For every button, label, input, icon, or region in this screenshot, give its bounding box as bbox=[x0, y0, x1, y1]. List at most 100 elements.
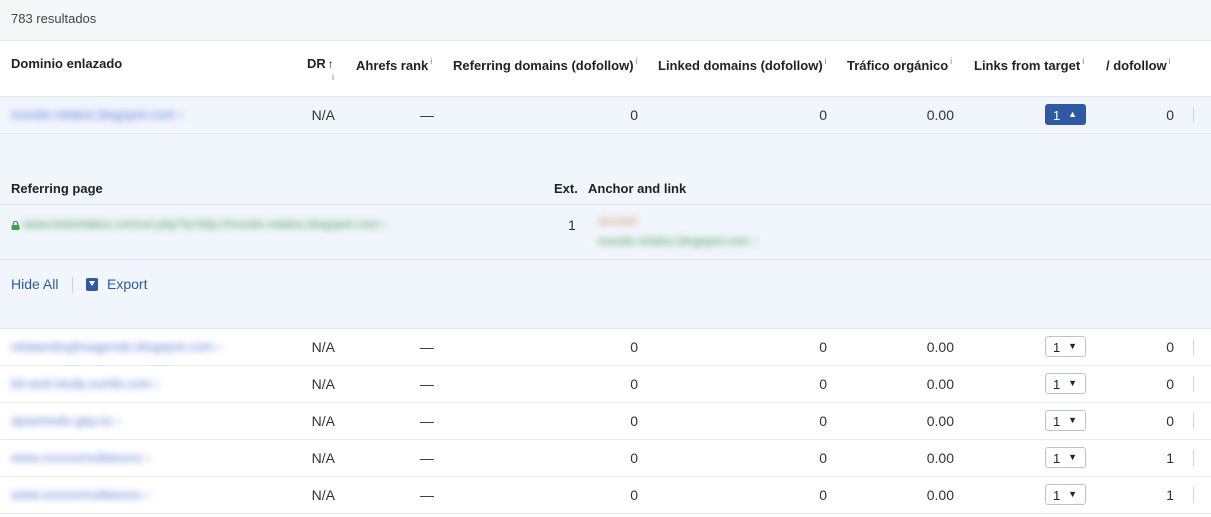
anchor-text: dondeé bbox=[598, 214, 639, 228]
info-icon: i bbox=[950, 56, 953, 66]
col-domain[interactable]: Dominio enlazado bbox=[11, 56, 122, 71]
dr-value: N/A bbox=[311, 413, 335, 429]
col-ahrefs-rank[interactable]: Ahrefs rank i bbox=[356, 56, 432, 73]
col-linked-domains[interactable]: Linked domains (dofollow) i bbox=[658, 56, 827, 73]
caret-down-icon: ▼ bbox=[1068, 452, 1077, 462]
results-bar: 783 resultados bbox=[0, 0, 1211, 41]
col-referring-domains[interactable]: Referring domains (dofollow) i bbox=[453, 56, 638, 73]
dofollow-value: 0 bbox=[1166, 376, 1174, 392]
dofollow-value: 0 bbox=[1166, 339, 1174, 355]
dr-value: N/A bbox=[311, 450, 335, 466]
referring-page-row: www.todorelatos.com/url.php?q=http://mun… bbox=[0, 206, 1211, 260]
traffic-value: 0.00 bbox=[926, 450, 954, 466]
row-divider bbox=[1193, 376, 1194, 392]
info-icon: i bbox=[635, 56, 638, 66]
download-icon bbox=[86, 278, 98, 291]
dr-value: N/A bbox=[311, 107, 335, 123]
traffic-value: 0.00 bbox=[926, 413, 954, 429]
row-divider bbox=[1193, 107, 1194, 123]
table-row: bit-and-study.zumbi.com › N/A — 0 0 0.00… bbox=[0, 366, 1211, 403]
domain-link[interactable]: bit-and-study.zumbi.com › bbox=[11, 376, 160, 391]
linked-domains-value: 0 bbox=[819, 339, 827, 355]
dofollow-value: 1 bbox=[1166, 450, 1174, 466]
export-label: Export bbox=[107, 276, 148, 292]
links-toggle-button[interactable]: 1 ▲ bbox=[1045, 104, 1086, 125]
rank-value: — bbox=[420, 376, 434, 392]
traffic-value: 0.00 bbox=[926, 487, 954, 503]
links-toggle-button[interactable]: 1 ▼ bbox=[1045, 410, 1086, 431]
rank-value: — bbox=[420, 450, 434, 466]
dofollow-value: 0 bbox=[1166, 413, 1174, 429]
info-icon: i bbox=[332, 72, 334, 82]
row-divider bbox=[1193, 450, 1194, 466]
col-dofollow[interactable]: / dofollow i bbox=[1106, 56, 1171, 73]
caret-down-icon: ▼ bbox=[1068, 415, 1077, 425]
results-count: 783 resultados bbox=[11, 11, 97, 26]
domain-link[interactable]: www.xxxxxxmultiasxxx › bbox=[11, 487, 150, 502]
domain-link[interactable]: apasmodo.gay.es › bbox=[11, 413, 121, 428]
row-divider bbox=[1193, 413, 1194, 429]
domain-link[interactable]: www.xxxxxxmultiasxxx › bbox=[11, 450, 150, 465]
domain-link[interactable]: mundo-relatos.blogspot.com › bbox=[11, 107, 183, 122]
referring-domains-value: 0 bbox=[630, 413, 638, 429]
sub-table-header: Referring page Ext. Anchor and link bbox=[0, 172, 1211, 205]
info-icon: i bbox=[430, 56, 433, 66]
row-divider bbox=[1193, 339, 1194, 355]
traffic-value: 0.00 bbox=[926, 339, 954, 355]
anchor-link[interactable]: mundo-relatos.blogspot.com › bbox=[598, 234, 757, 248]
traffic-value: 0.00 bbox=[926, 376, 954, 392]
rank-value: — bbox=[420, 413, 434, 429]
sort-arrow-icon: ↑ bbox=[327, 57, 334, 71]
referring-domains-value: 0 bbox=[630, 376, 638, 392]
dofollow-value: 0 bbox=[1166, 107, 1174, 123]
referring-domains-value: 0 bbox=[630, 450, 638, 466]
table-header: Dominio enlazado DR ↑ Ahrefs rank i Referr… bbox=[0, 41, 1211, 97]
linked-domains-value: 0 bbox=[819, 376, 827, 392]
info-icon: i bbox=[1082, 56, 1085, 66]
table-row: www.xxxxxxmultiasxxx › N/A — 0 0 0.00 1 … bbox=[0, 440, 1211, 477]
referring-domains-value: 0 bbox=[630, 487, 638, 503]
table-row: www.xxxxxxmultiasxxx › N/A — 0 0 0.00 1 … bbox=[0, 477, 1211, 514]
col-dr[interactable]: DR ↑ bbox=[307, 56, 334, 71]
referring-domains-value: 0 bbox=[630, 107, 638, 123]
col-anchor: Anchor and link bbox=[588, 181, 687, 196]
referring-domains-value: 0 bbox=[630, 339, 638, 355]
caret-up-icon: ▲ bbox=[1068, 109, 1077, 119]
hide-all-button[interactable]: Hide All bbox=[11, 276, 58, 292]
caret-down-icon: ▼ bbox=[1068, 341, 1077, 351]
table-row: relatandoyjhoagendo.blogspot.com › N/A —… bbox=[0, 329, 1211, 366]
col-traffic[interactable]: Tráfico orgánico i bbox=[847, 56, 952, 73]
ext-value: 1 bbox=[568, 217, 576, 233]
traffic-value: 0.00 bbox=[926, 107, 954, 123]
links-toggle-button[interactable]: 1 ▼ bbox=[1045, 336, 1086, 357]
linked-domains-value: 0 bbox=[819, 487, 827, 503]
caret-down-icon: ▼ bbox=[1068, 378, 1077, 388]
col-links-from-target[interactable]: Links from target i bbox=[974, 56, 1084, 73]
info-icon: i bbox=[824, 56, 827, 66]
col-referring-page: Referring page bbox=[11, 181, 103, 196]
referring-page-link[interactable]: www.todorelatos.com/url.php?q=http://mun… bbox=[23, 217, 386, 231]
table-row: mundo-relatos.blogspot.com › N/A — 0 0 0… bbox=[0, 97, 1211, 134]
domain-link[interactable]: relatandoyjhoagendo.blogspot.com › bbox=[11, 339, 221, 354]
row-divider bbox=[1193, 487, 1194, 503]
dr-value: N/A bbox=[311, 339, 335, 355]
table-row: apasmodo.gay.es › N/A — 0 0 0.00 1 ▼ 0 bbox=[0, 403, 1211, 440]
dofollow-value: 1 bbox=[1166, 487, 1174, 503]
col-ext: Ext. bbox=[554, 181, 578, 196]
rank-value: — bbox=[420, 107, 434, 123]
links-toggle-button[interactable]: 1 ▼ bbox=[1045, 484, 1086, 505]
linked-domains-value: 0 bbox=[819, 413, 827, 429]
links-toggle-button[interactable]: 1 ▼ bbox=[1045, 373, 1086, 394]
dr-value: N/A bbox=[311, 487, 335, 503]
lock-icon bbox=[11, 221, 20, 230]
linked-domains-value: 0 bbox=[819, 107, 827, 123]
expanded-panel: Referring page Ext. Anchor and link www.… bbox=[0, 134, 1211, 329]
links-toggle-button[interactable]: 1 ▼ bbox=[1045, 447, 1086, 468]
actions-divider bbox=[72, 277, 73, 293]
linked-domains-value: 0 bbox=[819, 450, 827, 466]
dr-value: N/A bbox=[311, 376, 335, 392]
rank-value: — bbox=[420, 487, 434, 503]
info-icon: i bbox=[1168, 56, 1171, 66]
caret-down-icon: ▼ bbox=[1068, 489, 1077, 499]
rank-value: — bbox=[420, 339, 434, 355]
